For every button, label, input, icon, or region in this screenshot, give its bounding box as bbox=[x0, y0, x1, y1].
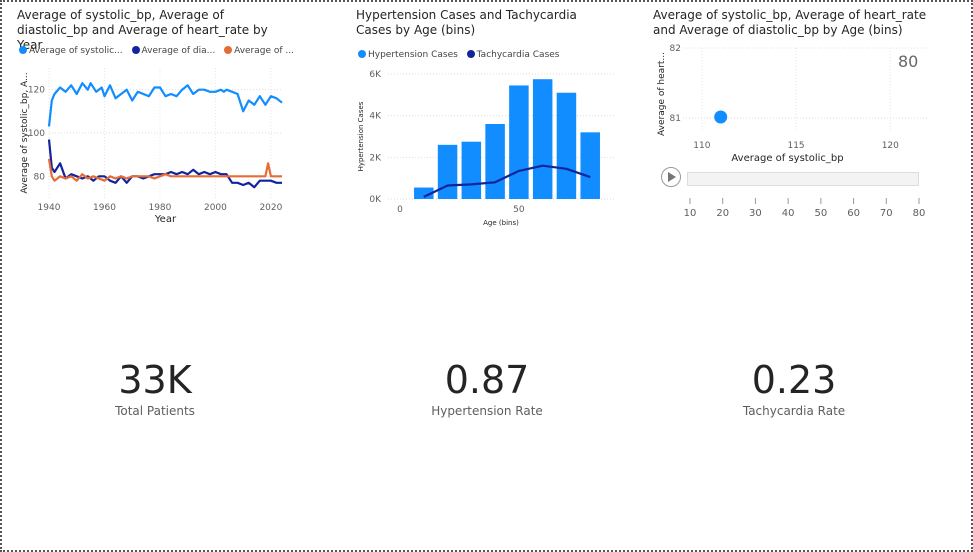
y-tick-label: 100 bbox=[28, 129, 45, 139]
play-axis-tick-label: 30 bbox=[749, 208, 762, 219]
x-tick-label: 115 bbox=[787, 141, 804, 151]
combo-chart-visual[interactable]: Hypertension Cases and Tachycardia Cases… bbox=[356, 8, 621, 228]
play-axis-tick-label: 40 bbox=[782, 208, 795, 219]
card-total-patients: 33K Total Patients bbox=[35, 358, 275, 418]
play-axis-tick-label: 10 bbox=[684, 208, 697, 219]
y-tick-label: 4K bbox=[369, 112, 382, 122]
bar-hypertension bbox=[485, 124, 505, 199]
bar-hypertension bbox=[437, 144, 458, 199]
x-tick-label: 1940 bbox=[38, 203, 61, 213]
card-label: Total Patients bbox=[115, 404, 195, 418]
card-tachycardia-rate: 0.23 Tachycardia Rate bbox=[674, 358, 914, 418]
play-axis-tick-label: 50 bbox=[814, 208, 827, 219]
x-tick-label: 2020 bbox=[259, 203, 282, 213]
play-axis-tick-label: 20 bbox=[716, 208, 729, 219]
x-tick-label: 120 bbox=[882, 141, 899, 151]
bar-hypertension bbox=[580, 132, 600, 199]
x-tick-label: 2000 bbox=[204, 203, 227, 213]
combo-chart-plot: 0K 2K 4K 6K 0 50 Age (bins) Hypertension Cases bbox=[357, 70, 614, 227]
bar-hypertension bbox=[461, 141, 482, 199]
x-axis-title: Year bbox=[154, 214, 177, 225]
card-value: 33K bbox=[118, 358, 192, 402]
bar-hypertension bbox=[556, 92, 577, 199]
y-tick-label: 81 bbox=[670, 114, 681, 124]
play-button[interactable] bbox=[661, 167, 681, 187]
card-hypertension-rate: 0.87 Hypertension Rate bbox=[367, 358, 607, 418]
x-tick-label: 50 bbox=[513, 205, 525, 215]
scatter-point bbox=[714, 110, 728, 124]
card-value: 0.23 bbox=[751, 358, 837, 402]
card-value: 0.87 bbox=[444, 358, 530, 402]
line-chart-visual[interactable]: Average of systolic_bp, Average of diast… bbox=[17, 8, 294, 228]
bar-hypertension bbox=[509, 85, 529, 199]
y-tick-label: 120 bbox=[28, 86, 45, 96]
play-axis-tick-label: 60 bbox=[847, 208, 860, 219]
x-tick-label: 0 bbox=[397, 205, 403, 215]
x-axis-title: Average of systolic_bp bbox=[731, 153, 843, 164]
report-canvas: Average of systolic_bp, Average of diast… bbox=[0, 0, 973, 552]
x-tick-label: 110 bbox=[693, 141, 710, 151]
y-tick-label: 2K bbox=[369, 153, 382, 163]
y-tick-label: 82 bbox=[670, 44, 681, 54]
bar-hypertension bbox=[532, 79, 553, 199]
y-axis-title: Average of heart... bbox=[657, 52, 667, 136]
y-tick-label: 80 bbox=[34, 172, 46, 182]
play-axis-slider[interactable] bbox=[687, 172, 919, 186]
play-axis-tick-label: 80 bbox=[913, 208, 926, 219]
line-chart-plot: 80 100 120 1940 1960 1980 2000 2020 Year Average … bbox=[20, 68, 283, 225]
play-icon bbox=[668, 172, 676, 182]
x-axis-title: Age (bins) bbox=[483, 219, 519, 227]
y-axis-title: Average of systolic_bp, A... bbox=[20, 72, 30, 193]
y-tick-label: 6K bbox=[369, 70, 382, 80]
play-axis-tick-label: 70 bbox=[880, 208, 893, 219]
x-tick-label: 1980 bbox=[148, 203, 171, 213]
scatter-chart-plot: 81 82 110 115 120 Average of systolic_bp Avera… bbox=[657, 44, 928, 219]
card-label: Tachycardia Rate bbox=[742, 404, 846, 418]
scatter-chart-visual[interactable]: Average of systolic_bp, Average of heart… bbox=[653, 8, 938, 228]
x-tick-label: 1960 bbox=[93, 203, 116, 213]
y-tick-label: 0K bbox=[369, 195, 382, 205]
card-label: Hypertension Rate bbox=[431, 404, 543, 418]
y-axis-title: Hypertension Cases bbox=[357, 101, 365, 171]
play-axis-current-value: 80 bbox=[898, 52, 919, 71]
series-line-1 bbox=[47, 139, 282, 189]
